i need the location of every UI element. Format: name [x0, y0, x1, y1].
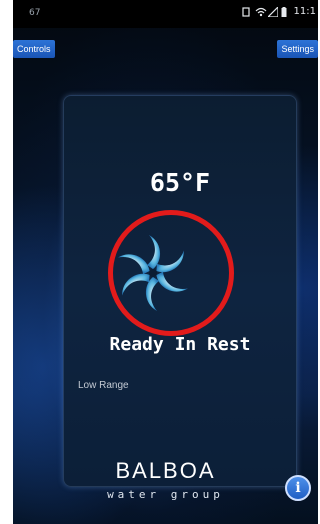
- range-label: Low Range: [78, 380, 129, 391]
- status-left-text: 67: [29, 8, 41, 18]
- phone-screen: 67 11:1 Controls Settings 65°F Ready In …: [13, 0, 318, 524]
- annotation-circle: [108, 210, 234, 336]
- signal-icon: [266, 5, 279, 18]
- settings-button[interactable]: Settings: [277, 40, 318, 58]
- status-time: 11:1: [293, 6, 316, 17]
- notification-icon: [241, 6, 250, 17]
- wifi-icon: [255, 7, 266, 17]
- controls-button[interactable]: Controls: [13, 40, 55, 58]
- battery-icon: [281, 6, 289, 17]
- brand-logo: BALBOA: [115, 458, 216, 483]
- brand-subtitle: water group: [107, 488, 224, 501]
- status-right-group: 11:1: [241, 5, 316, 18]
- info-button[interactable]: i: [285, 475, 311, 501]
- heater-status-text: Ready In Rest: [109, 334, 251, 355]
- status-bar: 67 11:1: [13, 0, 318, 28]
- temperature-readout: 65°F: [149, 168, 211, 197]
